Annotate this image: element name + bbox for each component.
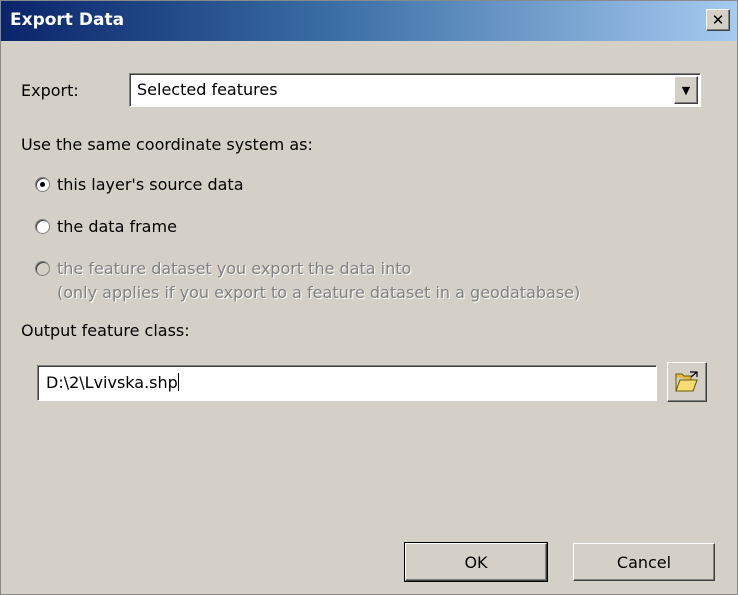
close-icon: ✕ [711, 10, 725, 29]
radio-button-source-data[interactable] [35, 177, 50, 192]
radio-label-data-frame[interactable]: the data frame [57, 217, 177, 236]
export-label: Export: [21, 81, 79, 100]
open-folder-icon [675, 371, 698, 392]
output-path-text: D:\2\Lvivska.shp [46, 373, 178, 392]
cancel-button-label: Cancel [616, 552, 672, 572]
ok-button[interactable]: OK [404, 542, 548, 582]
export-dropdown-value: Selected features [137, 80, 278, 99]
output-path-value: D:\2\Lvivska.shp [46, 373, 179, 392]
radio-button-data-frame[interactable] [35, 219, 50, 234]
browse-button[interactable] [667, 362, 707, 402]
export-data-dialog: Export Data ✕ Export: Selected features … [0, 0, 738, 595]
radio-sublabel-feature-dataset: (only applies if you export to a feature… [57, 283, 581, 302]
output-feature-class-label: Output feature class: [21, 321, 190, 340]
coordinate-system-heading: Use the same coordinate system as: [21, 135, 313, 154]
cancel-button[interactable]: Cancel [573, 543, 715, 581]
chevron-down-icon: ▼ [681, 83, 691, 97]
title-bar[interactable]: Export Data ✕ [1, 1, 737, 41]
radio-selected-dot [40, 182, 45, 187]
text-caret [177, 373, 179, 391]
radio-button-feature-dataset [35, 261, 50, 276]
close-button[interactable]: ✕ [706, 9, 730, 31]
dropdown-arrow-button[interactable]: ▼ [674, 76, 698, 104]
radio-label-source-data[interactable]: this layer's source data [57, 175, 244, 194]
export-dropdown[interactable]: Selected features ▼ [129, 73, 701, 107]
radio-label-feature-dataset: the feature dataset you export the data … [57, 259, 412, 278]
ok-button-label: OK [464, 552, 488, 572]
output-path-input[interactable]: D:\2\Lvivska.shp [37, 365, 657, 401]
dialog-title: Export Data [10, 10, 125, 30]
